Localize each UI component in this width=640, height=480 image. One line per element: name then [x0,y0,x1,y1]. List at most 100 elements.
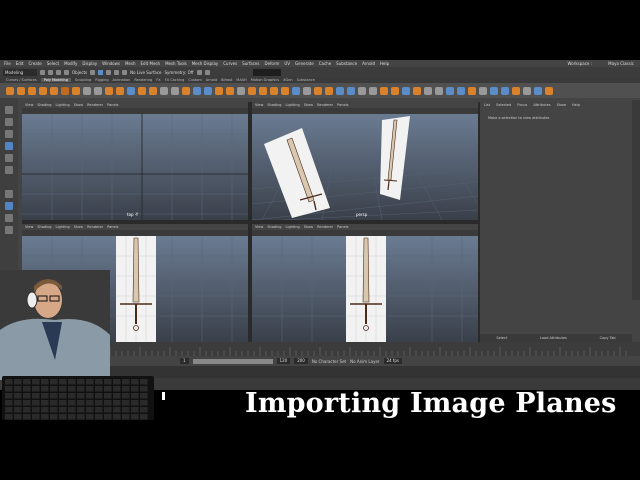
shelf-tool-icon[interactable] [50,86,58,95]
scale-tool-icon[interactable] [5,166,13,174]
menu-display[interactable]: Display [82,61,97,66]
menu-modify[interactable]: Modify [64,61,77,66]
vp-menu-view[interactable]: View [255,103,263,107]
vp-menu-show[interactable]: Show [74,225,83,229]
vp-menu-shading[interactable]: Shading [37,225,51,229]
shelf-tab-mash[interactable]: MASH [236,78,246,82]
vp-menu-renderer[interactable]: Renderer [87,225,103,229]
vp-menu-view[interactable]: View [255,225,263,229]
undo-icon[interactable] [56,69,61,75]
shelf-tool-icon[interactable] [83,86,91,95]
shelf-tool-icon[interactable] [6,86,14,95]
shelf-tool-icon[interactable] [182,86,190,95]
shelf-tool-icon[interactable] [490,86,498,95]
shelf-tool-icon[interactable] [369,86,377,95]
shelf-tool-icon[interactable] [534,86,542,95]
vp-menu-view[interactable]: View [25,103,33,107]
shelf-tool-icon[interactable] [204,86,212,95]
menu-edit[interactable]: Edit [16,61,24,66]
menu-surfaces[interactable]: Surfaces [242,61,259,66]
shelf-tool-icon[interactable] [292,86,300,95]
image-plane-front[interactable] [346,236,386,342]
menu-substance[interactable]: Substance [336,61,357,66]
shelf-tool-icon[interactable] [435,86,443,95]
shelf-tool-icon[interactable] [94,86,102,95]
shelf-tab-rendering[interactable]: Rendering [134,78,152,82]
shelf-tab-poly-modeling[interactable]: Poly Modeling [40,78,71,82]
shelf-tool-icon[interactable] [391,86,399,95]
shelf-tool-icon[interactable] [226,86,234,95]
shelf-tool-icon[interactable] [193,86,201,95]
select-tool-icon[interactable] [5,106,13,114]
shelf-tool-icon[interactable] [215,86,223,95]
shelf-tool-icon[interactable] [149,86,157,95]
range-slider-bar[interactable] [192,358,273,364]
render-icon[interactable] [196,69,202,75]
shelf-tool-icon[interactable] [380,86,388,95]
shelf-tool-icon[interactable] [72,86,80,95]
shelf-tool-icon[interactable] [347,86,355,95]
shelf-tab-arnold[interactable]: Arnold [206,78,217,82]
shelf-tool-icon[interactable] [17,86,25,95]
shelf-tool-icon[interactable] [248,86,256,95]
selection-mode[interactable]: Objects [72,70,87,75]
menu-create[interactable]: Create [28,61,41,66]
copy-tab-button[interactable]: Copy Tab [600,336,616,340]
shelf-tab-curves-surfaces[interactable]: Curves / Surfaces [6,78,37,82]
menu-file[interactable]: File [4,61,11,66]
menu-set-selector[interactable]: Modeling [3,68,37,76]
move-tool-icon[interactable] [5,142,13,150]
shelf-tool-icon[interactable] [61,86,69,95]
snap-curve-icon[interactable] [114,69,120,75]
load-attributes-button[interactable]: Load Attributes [540,336,567,340]
shelf-tool-icon[interactable] [512,86,520,95]
vp-menu-renderer[interactable]: Renderer [317,225,333,229]
shelf-tool-icon[interactable] [160,86,168,95]
shelf-tool-icon[interactable] [116,86,124,95]
menu-curves[interactable]: Curves [223,61,237,66]
image-plane-persp-2[interactable] [380,116,410,200]
vp-menu-show[interactable]: Show [74,103,83,107]
snap-grid-icon[interactable] [106,69,112,75]
shelf-tool-icon[interactable] [457,86,465,95]
attr-tab-list[interactable]: List [484,103,490,107]
menu-deform[interactable]: Deform [264,61,279,66]
side-panel-tabs[interactable] [632,100,640,300]
vp-menu-panels[interactable]: Panels [107,225,118,229]
shelf-tab-substance[interactable]: Substance [297,78,315,82]
shelf-tool-icon[interactable] [127,86,135,95]
front-viewport[interactable]: View Shading Lighting Show Renderer Pane… [252,224,478,342]
menu-mesh-display[interactable]: Mesh Display [192,61,219,66]
shelf-tool-icon[interactable] [336,86,344,95]
save-icon[interactable] [48,69,53,75]
shelf-tool-icon[interactable] [314,86,322,95]
shelf-tab-rigging[interactable]: Rigging [95,78,108,82]
shelf-tool-icon[interactable] [501,86,509,95]
vp-menu-lighting[interactable]: Lighting [56,103,70,107]
menu-help[interactable]: Help [380,61,389,66]
vp-menu-lighting[interactable]: Lighting [286,103,300,107]
fps-selector[interactable]: 24 fps [383,358,402,364]
vp-menu-show[interactable]: Show [304,225,313,229]
shelf-tab-xgen[interactable]: XGen [283,78,292,82]
image-plane-side[interactable] [116,236,156,342]
shelf-tool-icon[interactable] [424,86,432,95]
shelf-tool-icon[interactable] [303,86,311,95]
shelf-tool-icon[interactable] [237,86,245,95]
attr-tab-help[interactable]: Help [572,103,580,107]
shelf-tab-animation[interactable]: Animation [113,78,131,82]
shelf-tool-icon[interactable] [270,86,278,95]
vp-menu-lighting[interactable]: Lighting [56,225,70,229]
ipr-render-icon[interactable] [204,69,210,75]
menu-arnold[interactable]: Arnold [362,61,375,66]
vp-menu-shading[interactable]: Shading [37,103,51,107]
menu-edit-mesh[interactable]: Edit Mesh [141,61,161,66]
workspace-selector[interactable]: Maya Classic [608,61,634,66]
vp-menu-show[interactable]: Show [304,103,313,107]
four-pane-layout-icon[interactable] [5,214,13,222]
attr-tab-show[interactable]: Show [557,103,566,107]
rotate-tool-icon[interactable] [5,154,13,162]
shelf-tab-fx[interactable]: FX [156,78,160,82]
vp-menu-lighting[interactable]: Lighting [286,225,300,229]
select-by-component-icon[interactable] [98,69,104,75]
